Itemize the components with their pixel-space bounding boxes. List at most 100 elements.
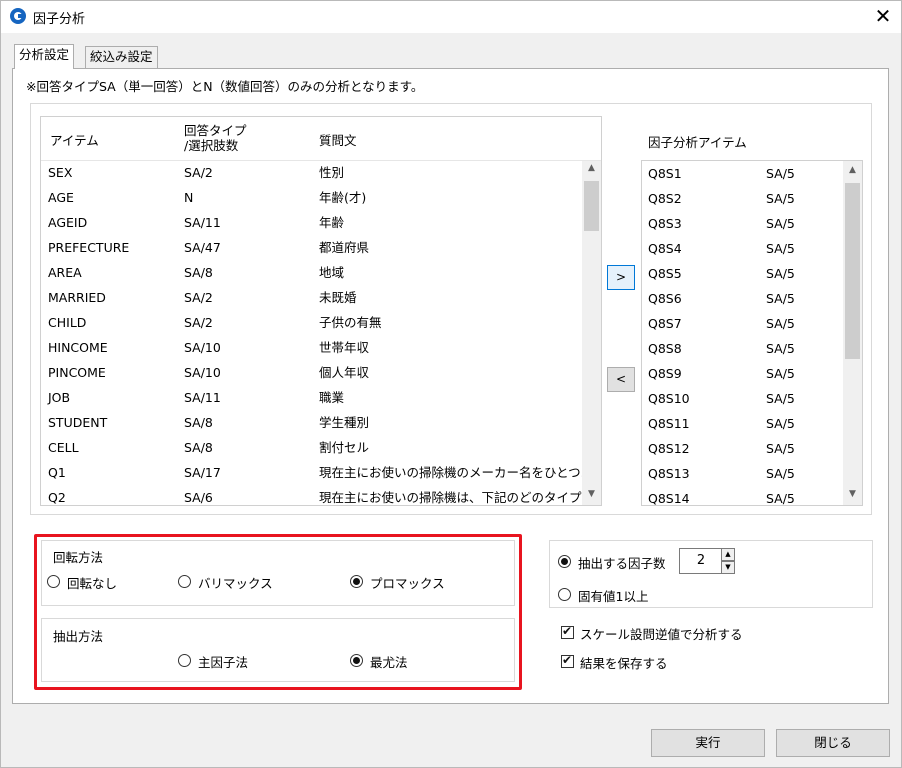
column-header-item[interactable]: アイテム — [50, 133, 99, 148]
table-row[interactable]: PINCOME SA/10 個人年収 — [41, 360, 582, 385]
factor-type-cell: SA/5 — [766, 491, 795, 506]
factor-item-cell: Q8S11 — [648, 416, 690, 431]
tab-analysis-settings[interactable]: 分析設定 — [14, 44, 75, 69]
list-item[interactable]: Q8S7 SA/5 — [642, 311, 843, 336]
scroll-thumb[interactable] — [845, 183, 860, 359]
table-row[interactable]: Q2 SA/6 現在主にお使いの掃除機は、下記のどのタイプ... — [41, 485, 593, 505]
table-row[interactable]: CELL SA/8 割付セル — [41, 435, 582, 460]
row-type-cell: SA/2 — [184, 165, 213, 180]
factor-item-cell: Q8S7 — [648, 316, 682, 331]
column-header-type-line1: 回答タイプ — [184, 123, 247, 138]
factor-count-input[interactable]: 2 — [679, 548, 723, 574]
eigenvalue-radio[interactable] — [558, 588, 571, 601]
scroll-up-icon[interactable]: ▲ — [583, 163, 600, 173]
close-icon[interactable]: ✕ — [868, 2, 898, 30]
factor-type-cell: SA/5 — [766, 441, 795, 456]
list-item[interactable]: Q8S12 SA/5 — [642, 436, 843, 461]
factor-type-cell: SA/5 — [766, 166, 795, 181]
factor-list-rows: Q8S1 SA/5 Q8S2 SA/5 Q8S3 SA/5 Q8S4 SA/5 Q8S5 SA/5… — [642, 161, 843, 505]
eigenvalue-label[interactable]: 固有値1以上 — [578, 586, 648, 605]
list-item[interactable]: Q8S14 SA/5 — [642, 486, 843, 506]
row-type-cell: SA/8 — [184, 440, 213, 455]
title-bar — [1, 1, 901, 33]
factor-type-cell: SA/5 — [766, 341, 795, 356]
table-row[interactable]: PREFECTURE SA/47 都道府県 — [41, 235, 582, 260]
column-header-question[interactable]: 質問文 — [319, 133, 357, 148]
column-header-type[interactable]: 回答タイプ /選択肢数 — [184, 123, 247, 153]
highlight-box — [34, 534, 522, 690]
add-item-button[interactable]: > — [607, 265, 635, 290]
row-type-cell: SA/10 — [184, 365, 221, 380]
row-item-cell: MARRIED — [48, 290, 106, 305]
row-item-cell: CHILD — [48, 315, 87, 330]
table-row[interactable]: SEX SA/2 性別 — [41, 160, 582, 185]
run-button[interactable]: 実行 — [651, 729, 765, 757]
list-item[interactable]: Q8S5 SA/5 — [642, 261, 843, 286]
table-row[interactable]: AGE N 年齢(才) — [41, 185, 582, 210]
row-question-cell: 割付セル — [319, 440, 370, 455]
list-item[interactable]: Q8S3 SA/5 — [642, 211, 843, 236]
scroll-down-icon[interactable]: ▼ — [583, 489, 600, 499]
list-item[interactable]: Q8S4 SA/5 — [642, 236, 843, 261]
factor-item-list[interactable]: Q8S1 SA/5 Q8S2 SA/5 Q8S3 SA/5 Q8S4 SA/5 Q8S5 SA/5… — [641, 160, 863, 506]
factor-type-cell: SA/5 — [766, 416, 795, 431]
factor-type-cell: SA/5 — [766, 216, 795, 231]
row-type-cell: SA/10 — [184, 340, 221, 355]
analysis-note: ※回答タイプSA（単一回答）とN（数値回答）のみの分析となります。 — [26, 79, 424, 94]
factor-count-label[interactable]: 抽出する因子数 — [578, 553, 666, 572]
table-row[interactable]: CHILD SA/2 子供の有無 — [41, 310, 582, 335]
factor-item-cell: Q8S13 — [648, 466, 690, 481]
table-row[interactable]: STUDENT SA/8 学生種別 — [41, 410, 582, 435]
row-type-cell: SA/2 — [184, 315, 213, 330]
list-item[interactable]: Q8S6 SA/5 — [642, 286, 843, 311]
factor-type-cell: SA/5 — [766, 191, 795, 206]
item-list[interactable]: アイテム 回答タイプ /選択肢数 質問文 SEX SA/2 性別 AGE N 年齢(才) A… — [40, 116, 602, 506]
factor-type-cell: SA/5 — [766, 266, 795, 281]
list-item[interactable]: Q8S9 SA/5 — [642, 361, 843, 386]
row-item-cell: HINCOME — [48, 340, 108, 355]
row-question-cell: 地域 — [319, 265, 345, 280]
factor-item-cell: Q8S12 — [648, 441, 690, 456]
row-question-cell: 未既婚 — [319, 290, 357, 305]
row-question-cell: 年齢 — [319, 215, 345, 230]
row-question-cell: 世帯年収 — [319, 340, 370, 355]
list-item[interactable]: Q8S10 SA/5 — [642, 386, 843, 411]
row-item-cell: CELL — [48, 440, 79, 455]
list-item[interactable]: Q8S8 SA/5 — [642, 336, 843, 361]
scroll-thumb[interactable] — [584, 181, 599, 231]
list-item[interactable]: Q8S13 SA/5 — [642, 461, 843, 486]
list-item[interactable]: Q8S2 SA/5 — [642, 186, 843, 211]
row-question-cell: 性別 — [319, 165, 345, 180]
table-row[interactable]: JOB SA/11 職業 — [41, 385, 582, 410]
row-item-cell: Q1 — [48, 465, 66, 480]
item-list-scrollbar[interactable]: ▲ ▼ — [582, 161, 601, 505]
tab-filter-settings[interactable]: 絞込み設定 — [85, 46, 158, 68]
row-type-cell: SA/17 — [184, 465, 221, 480]
app-logo-icon — [10, 8, 26, 24]
row-type-cell: SA/11 — [184, 215, 221, 230]
reverse-scale-label[interactable]: スケール設問逆値で分析する — [580, 624, 743, 643]
row-type-cell: N — [184, 190, 194, 205]
spin-down-icon[interactable]: ▼ — [721, 561, 735, 574]
row-item-cell: AGEID — [48, 215, 88, 230]
table-row[interactable]: Q1 SA/17 現在主にお使いの掃除機のメーカー名をひとつ... — [41, 460, 593, 485]
spin-up-icon[interactable]: ▲ — [721, 548, 735, 561]
scroll-up-icon[interactable]: ▲ — [844, 165, 861, 175]
factor-list-scrollbar[interactable]: ▲ ▼ — [843, 161, 862, 505]
table-row[interactable]: AREA SA/8 地域 — [41, 260, 582, 285]
factor-count-radio[interactable] — [558, 555, 571, 568]
factor-item-cell: Q8S14 — [648, 491, 690, 506]
reverse-scale-checkbox[interactable] — [561, 624, 574, 639]
row-question-cell: 学生種別 — [319, 415, 370, 430]
row-item-cell: Q2 — [48, 490, 66, 505]
save-result-label[interactable]: 結果を保存する — [580, 653, 668, 672]
remove-item-button[interactable]: < — [607, 367, 635, 392]
table-row[interactable]: AGEID SA/11 年齢 — [41, 210, 582, 235]
list-item[interactable]: Q8S1 SA/5 — [642, 161, 843, 186]
scroll-down-icon[interactable]: ▼ — [844, 489, 861, 499]
list-item[interactable]: Q8S11 SA/5 — [642, 411, 843, 436]
save-result-checkbox[interactable] — [561, 653, 574, 668]
close-button[interactable]: 閉じる — [776, 729, 890, 757]
table-row[interactable]: HINCOME SA/10 世帯年収 — [41, 335, 582, 360]
table-row[interactable]: MARRIED SA/2 未既婚 — [41, 285, 582, 310]
